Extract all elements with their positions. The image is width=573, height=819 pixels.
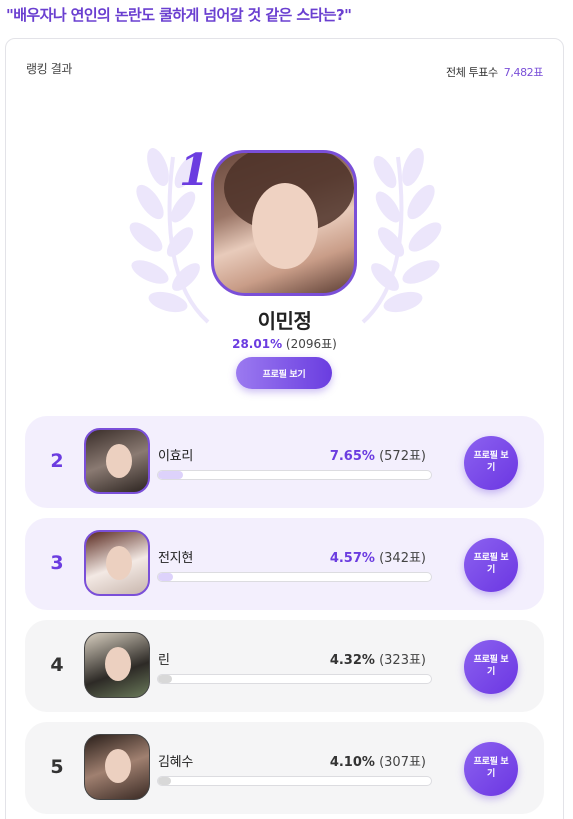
row-stat: 4.32% (323표) <box>330 649 426 668</box>
winner-stat: 28.01% (2096표) <box>6 335 563 352</box>
vote-progress-fill <box>158 675 172 683</box>
row-avatar[interactable] <box>84 734 150 800</box>
row-percent: 4.57% <box>329 551 375 566</box>
winner-percent: 28.01% <box>232 337 283 351</box>
profile-button[interactable]: 프로필 보기 <box>464 640 518 694</box>
row-votes: (307표) <box>379 755 426 770</box>
row-votes: (572표) <box>379 449 426 464</box>
row-avatar[interactable] <box>84 632 150 698</box>
vote-progress-bar <box>157 674 432 684</box>
row-votes: (342표) <box>379 551 426 566</box>
ranking-row: 5 김혜수 4.10% (307표) 프로필 보기 <box>25 722 544 814</box>
row-rank: 2 <box>50 450 64 472</box>
winner-name: 이민정 <box>257 309 312 333</box>
ranking-card: 랭킹 결과 전체 투표수 7,482표 1 이민정 28.01% (2096표)… <box>5 38 564 819</box>
row-stat: 7.65% (572표) <box>330 445 426 464</box>
ranking-row: 3 전지현 4.57% (342표) 프로필 보기 <box>25 518 544 610</box>
row-rank: 4 <box>50 654 64 676</box>
total-votes-label: 전체 투표수 <box>445 66 498 79</box>
poll-question: "배우자나 연인의 논란도 쿨하게 넘어갈 것 같은 스타는?" <box>6 6 352 24</box>
vote-progress-fill <box>158 471 183 479</box>
winner-section: 1 이민정 28.01% (2096표) 프로필 보기 <box>6 109 563 409</box>
row-rank: 5 <box>50 756 64 778</box>
ranking-result-label: 랭킹 결과 <box>26 62 72 76</box>
winner-avatar[interactable] <box>211 150 357 296</box>
row-stat: 4.57% (342표) <box>330 547 426 566</box>
row-stat: 4.10% (307표) <box>330 751 426 770</box>
row-name: 이효리 <box>158 449 193 464</box>
row-percent: 7.65% <box>329 449 375 464</box>
row-percent: 4.32% <box>329 653 375 668</box>
row-percent: 4.10% <box>329 755 375 770</box>
total-votes: 전체 투표수 7,482표 <box>446 64 543 80</box>
row-avatar[interactable] <box>84 530 150 596</box>
row-name: 린 <box>158 653 170 668</box>
profile-button[interactable]: 프로필 보기 <box>464 538 518 592</box>
ranking-row: 4 린 4.32% (323표) 프로필 보기 <box>25 620 544 712</box>
profile-button[interactable]: 프로필 보기 <box>464 742 518 796</box>
row-name: 전지현 <box>158 551 193 566</box>
winner-rank: 1 <box>179 145 210 196</box>
vote-progress-bar <box>157 572 432 582</box>
vote-progress-fill <box>158 573 173 581</box>
row-name: 김혜수 <box>158 755 193 770</box>
winner-profile-button[interactable]: 프로필 보기 <box>236 357 332 389</box>
laurel-right-icon <box>361 147 442 324</box>
ranking-row: 2 이효리 7.65% (572표) 프로필 보기 <box>25 416 544 508</box>
row-rank: 3 <box>50 552 64 574</box>
vote-progress-bar <box>157 776 432 786</box>
row-avatar[interactable] <box>84 428 150 494</box>
vote-progress-fill <box>158 777 172 785</box>
profile-button[interactable]: 프로필 보기 <box>464 436 518 490</box>
total-votes-value: 7,482표 <box>503 66 544 79</box>
winner-votes: (2096표) <box>285 337 337 351</box>
row-votes: (323표) <box>379 653 426 668</box>
vote-progress-bar <box>157 470 432 480</box>
